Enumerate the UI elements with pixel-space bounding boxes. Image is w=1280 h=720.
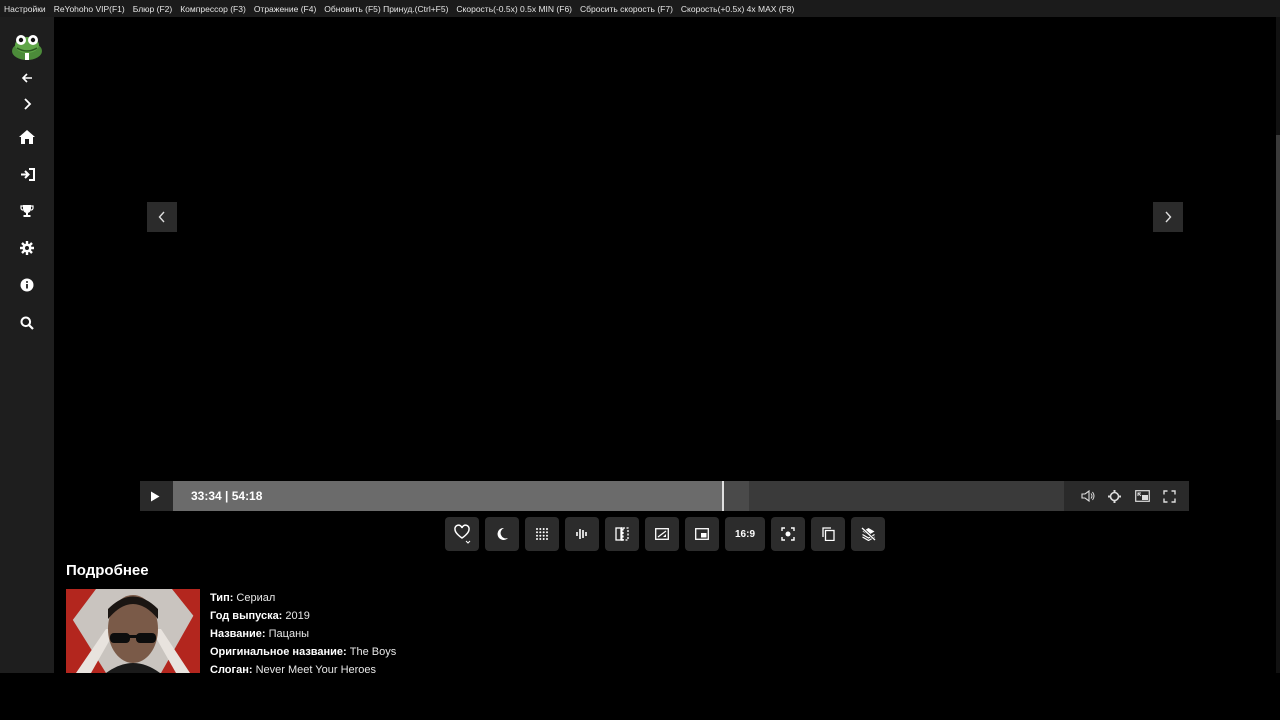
- play-icon: [151, 491, 160, 501]
- aspect-ratio-label: 16:9: [734, 528, 755, 540]
- player-controls: 33:34 | 54:18: [140, 481, 1189, 511]
- pip-icon[interactable]: [1133, 487, 1151, 505]
- poster-image: [66, 589, 200, 673]
- menu-blur[interactable]: Блюр (F2): [133, 4, 173, 14]
- picture-in-picture-button[interactable]: [685, 517, 719, 551]
- copy-button[interactable]: [811, 517, 845, 551]
- menu-speed-reset[interactable]: Сбросить скорость (F7): [580, 4, 673, 14]
- blur-button[interactable]: [525, 517, 559, 551]
- logo-frog-icon[interactable]: [10, 31, 44, 61]
- fullscreen-icon[interactable]: [1160, 487, 1178, 505]
- prev-arrow-button[interactable]: [147, 202, 177, 232]
- menu-speed-up[interactable]: Скорость(+0.5x) 4x MAX (F8): [681, 4, 794, 14]
- menu-settings[interactable]: Настройки: [4, 4, 46, 14]
- play-button[interactable]: [140, 481, 170, 511]
- top-menu-bar: Настройки ReYohoho VIP(F1) Блюр (F2) Ком…: [0, 0, 1280, 17]
- sidebar: [0, 17, 54, 673]
- info-icon[interactable]: [0, 271, 54, 299]
- dim-mode-button[interactable]: [485, 517, 519, 551]
- mirror-button[interactable]: [605, 517, 639, 551]
- sign-in-icon[interactable]: [0, 160, 54, 188]
- info-row-title: Название: Пацаны: [210, 628, 310, 640]
- moon-icon: [497, 527, 508, 540]
- menu-compressor[interactable]: Компрессор (F3): [180, 4, 246, 14]
- settings-gear-icon[interactable]: [1106, 487, 1124, 505]
- menu-speed-down[interactable]: Скорость(-0.5x) 0.5x MIN (F6): [456, 4, 572, 14]
- layers-off-icon: [860, 527, 876, 541]
- bottom-area: [0, 673, 1280, 720]
- arrow-left-icon[interactable]: [0, 64, 54, 92]
- details-heading: Подробнее: [66, 562, 149, 579]
- menu-vip[interactable]: ReYohoho VIP(F1): [54, 4, 125, 14]
- gear-icon[interactable]: [0, 234, 54, 262]
- chevron-right-icon: [1165, 211, 1172, 223]
- details-info: Тип: Сериал Год выпуска: 2019 Название: …: [210, 589, 396, 679]
- progress-bar[interactable]: 33:34 | 54:18: [173, 481, 1064, 511]
- volume-icon[interactable]: [1079, 487, 1097, 505]
- player-right-controls: [1068, 481, 1189, 511]
- heart-icon: [454, 524, 471, 544]
- video-area[interactable]: [54, 17, 1276, 673]
- next-arrow-button[interactable]: [1153, 202, 1183, 232]
- focus-frame-icon: [781, 527, 795, 541]
- screenshot-button[interactable]: [771, 517, 805, 551]
- copy-icon: [821, 527, 835, 541]
- hide-layers-button[interactable]: [851, 517, 885, 551]
- chevron-left-icon: [158, 211, 165, 223]
- menu-refresh[interactable]: Обновить (F5) Принуд.(Ctrl+F5): [324, 4, 448, 14]
- scrollbar-thumb[interactable]: [1276, 135, 1280, 420]
- chevron-right-icon[interactable]: [0, 90, 54, 118]
- info-row-type: Тип: Сериал: [210, 592, 276, 604]
- search-icon[interactable]: [0, 309, 54, 337]
- blur-grid-icon: [536, 528, 548, 540]
- crop-icon: [655, 528, 669, 540]
- trophy-icon[interactable]: [0, 197, 54, 225]
- info-row-original-title: Оригинальное название: The Boys: [210, 646, 397, 658]
- playhead[interactable]: [721, 481, 724, 511]
- audio-wave-icon: [576, 529, 587, 539]
- home-icon[interactable]: [0, 123, 54, 151]
- favorite-button[interactable]: [445, 517, 479, 551]
- menu-mirror[interactable]: Отражение (F4): [254, 4, 316, 14]
- mirror-icon: [615, 527, 629, 541]
- aspect-ratio-button[interactable]: 16:9: [725, 517, 765, 551]
- pip-window-icon: [695, 528, 709, 540]
- info-row-year: Год выпуска: 2019: [210, 610, 310, 622]
- time-display: 33:34 | 54:18: [191, 489, 263, 503]
- crop-button[interactable]: [645, 517, 679, 551]
- compressor-button[interactable]: [565, 517, 599, 551]
